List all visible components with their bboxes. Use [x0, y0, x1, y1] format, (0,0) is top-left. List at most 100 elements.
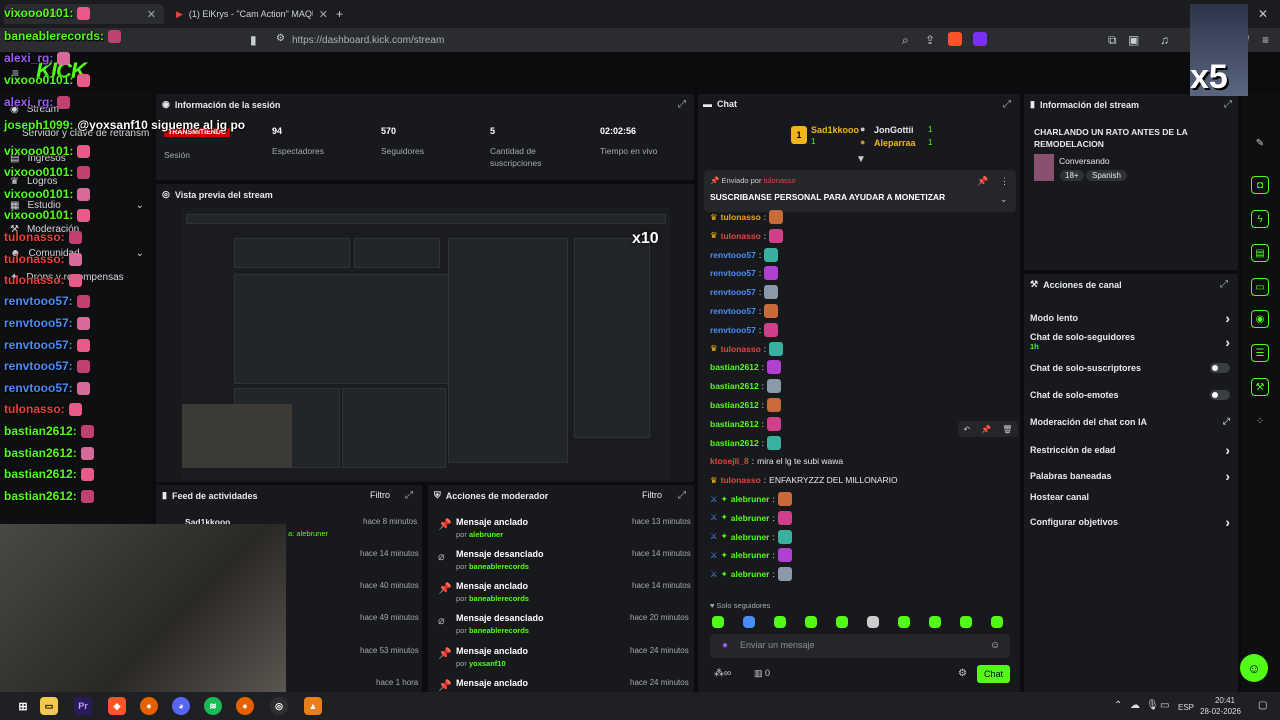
- emote-shortcut-icon[interactable]: [991, 616, 1003, 628]
- emote-shortcut-icon[interactable]: [836, 616, 848, 628]
- chat-message[interactable]: ♛ tulonasso:: [710, 340, 784, 358]
- chat-message[interactable]: ♛ tulonasso: ENFAKRYZZZ DEL MILLONARIO: [710, 471, 898, 489]
- chat-username[interactable]: bastian2612: [710, 362, 759, 372]
- language-indicator[interactable]: ESP: [1178, 703, 1194, 712]
- chat-username[interactable]: alebruner: [731, 513, 770, 523]
- reply-icon[interactable]: ↶: [964, 425, 971, 434]
- mic-icon[interactable]: ●: [722, 640, 728, 651]
- chat-username[interactable]: alebruner: [731, 550, 770, 560]
- discord-icon[interactable]: ◕: [172, 697, 190, 715]
- fl-studio-icon[interactable]: ▲: [304, 697, 322, 715]
- chat-message[interactable]: ♛ tulonasso:: [710, 208, 784, 226]
- filter-icon[interactable]: ▼: [856, 154, 866, 165]
- url-field[interactable]: https://dashboard.kick.com/stream: [292, 31, 892, 49]
- close-icon[interactable]: ✕: [147, 8, 156, 21]
- mod-filter[interactable]: Filtro: [642, 490, 662, 500]
- chat-message[interactable]: renvtooo57:: [710, 264, 779, 282]
- emote-shortcut-icon[interactable]: [898, 616, 910, 628]
- brave-shield-icon[interactable]: [948, 32, 962, 46]
- chat-username[interactable]: tulonasso: [721, 231, 761, 241]
- channel-action[interactable]: Configurar objetivos ›: [1030, 514, 1230, 530]
- firefox-icon[interactable]: ●: [140, 697, 158, 715]
- more-icon[interactable]: ⋮: [1000, 176, 1009, 187]
- stream-preview[interactable]: x10: [182, 208, 670, 480]
- chat-username[interactable]: tulonasso: [721, 212, 761, 222]
- chat-message[interactable]: ⚔ ✦ alebruner:: [710, 509, 792, 527]
- brave-rewards-icon[interactable]: [973, 32, 987, 46]
- notifications-icon[interactable]: ▢: [1258, 700, 1267, 711]
- chat-message[interactable]: ktosejli_8: mira el lg te subi wawa: [710, 452, 843, 470]
- chat-message[interactable]: bastian2612:: [710, 377, 782, 395]
- chat-username[interactable]: renvtooo57: [710, 268, 756, 278]
- chat-username[interactable]: tulonasso: [721, 344, 761, 354]
- camera-icon[interactable]: ◘: [1251, 176, 1269, 194]
- emoji-icon[interactable]: ☺: [990, 640, 1000, 651]
- new-tab-button[interactable]: +: [336, 7, 343, 21]
- delete-icon[interactable]: 🗑: [1002, 425, 1012, 434]
- share-icon[interactable]: ⇪: [925, 33, 935, 47]
- apps-icon[interactable]: ⁘: [1251, 412, 1269, 430]
- chat-username[interactable]: ktosejli_8: [710, 456, 749, 466]
- window-close-icon[interactable]: ✕: [1258, 7, 1268, 21]
- chat-bubble-icon[interactable]: ▭: [1251, 278, 1269, 296]
- premiere-icon[interactable]: Pr: [74, 697, 92, 715]
- broadcast-icon[interactable]: ◉: [1251, 310, 1269, 328]
- expand-icon[interactable]: ⤢: [1003, 99, 1011, 110]
- wrench-icon[interactable]: ⚒: [1251, 378, 1269, 396]
- gifter-name[interactable]: JonGottii: [874, 125, 914, 135]
- channel-action[interactable]: Modo lento ›: [1030, 310, 1230, 326]
- pin-toggle-icon[interactable]: 📌: [977, 176, 988, 187]
- emote-shortcut-icon[interactable]: [743, 616, 755, 628]
- music-icon[interactable]: ♫: [1160, 33, 1169, 47]
- extensions-icon[interactable]: ⧉: [1108, 33, 1117, 48]
- chat-username[interactable]: renvtooo57: [710, 250, 756, 260]
- emote-shortcut-icon[interactable]: [805, 616, 817, 628]
- toggle-switch[interactable]: [1210, 363, 1230, 373]
- chat-message[interactable]: renvtooo57:: [710, 283, 779, 301]
- chat-username[interactable]: renvtooo57: [710, 306, 756, 316]
- chat-message[interactable]: ⚔ ✦ alebruner:: [710, 546, 792, 564]
- toggle-switch[interactable]: [1210, 390, 1230, 400]
- channel-action[interactable]: Palabras baneadas ›: [1030, 468, 1230, 484]
- chat-message[interactable]: bastian2612:: [710, 358, 782, 376]
- spotify-icon[interactable]: ≋: [204, 697, 222, 715]
- chat-message[interactable]: ⚔ ✦ alebruner:: [710, 490, 792, 508]
- list-icon[interactable]: ☰: [1251, 344, 1269, 362]
- chat-message[interactable]: bastian2612:: [710, 396, 782, 414]
- mic-tray-icon[interactable]: 🎙: [1146, 700, 1159, 711]
- expand-icon[interactable]: ⤢: [678, 99, 686, 110]
- channel-action[interactable]: Chat de solo-seguidores 1h ›: [1030, 332, 1230, 351]
- channel-action[interactable]: Moderación del chat con IA ⤢: [1030, 416, 1230, 427]
- chevron-down-icon[interactable]: ⌄: [1000, 194, 1008, 205]
- send-button[interactable]: Chat: [977, 665, 1010, 683]
- expand-icon[interactable]: ⤢: [1224, 99, 1232, 110]
- feed-filter[interactable]: Filtro: [370, 490, 390, 500]
- channel-action[interactable]: Hostear canal: [1030, 492, 1230, 502]
- gifter-name[interactable]: Sad1kkooo: [811, 125, 859, 135]
- expand-icon[interactable]: ⤢: [678, 490, 686, 501]
- tab-youtube[interactable]: ▶ (1) ElKrys - "Cam Action" MAQUETA ✕: [168, 4, 336, 24]
- chat-message[interactable]: renvtooo57:: [710, 302, 779, 320]
- chat-username[interactable]: renvtooo57: [710, 287, 756, 297]
- network-icon[interactable]: ▭: [1160, 700, 1169, 711]
- sidebar-toggle-icon[interactable]: ▣: [1128, 33, 1139, 47]
- pencil-icon[interactable]: ✎: [1251, 134, 1269, 152]
- file-explorer-icon[interactable]: ▭: [40, 697, 58, 715]
- cloud-icon[interactable]: ☁: [1130, 700, 1140, 711]
- tray-chevron-icon[interactable]: ⌃: [1114, 700, 1122, 711]
- menu-icon[interactable]: ≡: [1262, 33, 1269, 47]
- zoom-icon[interactable]: ⌕: [902, 33, 909, 48]
- chat-message[interactable]: renvtooo57:: [710, 246, 779, 264]
- emote-shortcut-icon[interactable]: [867, 616, 879, 628]
- brave-icon[interactable]: ◆: [108, 697, 126, 715]
- chat-username[interactable]: alebruner: [731, 532, 770, 542]
- channel-action[interactable]: Chat de solo-emotes: [1030, 390, 1230, 400]
- chat-message[interactable]: ⚔ ✦ alebruner:: [710, 565, 792, 583]
- close-icon[interactable]: ✕: [319, 8, 328, 21]
- chat-message[interactable]: renvtooo57:: [710, 321, 779, 339]
- expand-icon[interactable]: ⤢: [405, 490, 413, 501]
- chat-username[interactable]: bastian2612: [710, 381, 759, 391]
- bookmark-icon[interactable]: ▮: [250, 33, 257, 47]
- chat-message[interactable]: ♛ tulonasso:: [710, 227, 784, 245]
- emote-shortcut-icon[interactable]: [712, 616, 724, 628]
